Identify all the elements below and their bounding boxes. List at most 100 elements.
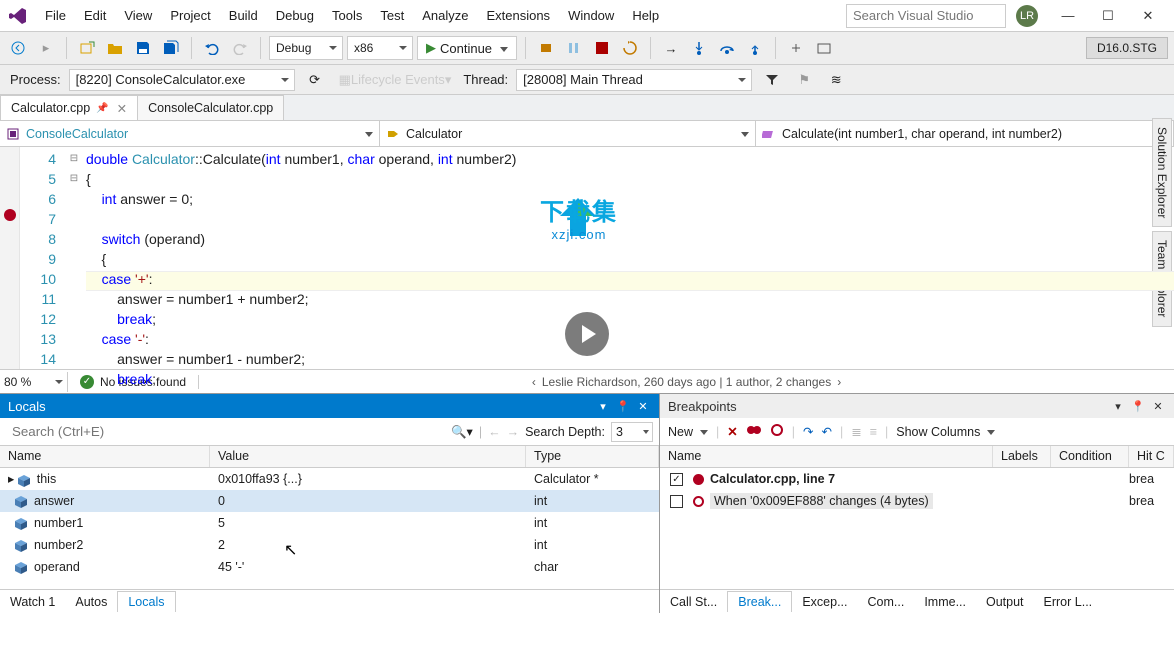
locals-row[interactable]: ▸ this0x010ffa93 {...}Calculator * [0,468,659,490]
code-editor[interactable]: 4567891011121314 ⊟⊟ double Calculator::C… [0,147,1174,369]
footer-tab[interactable]: Break... [727,591,792,612]
panel-pin-icon[interactable]: 📍 [1130,400,1146,413]
new-breakpoint-button[interactable]: New [668,425,708,439]
panel-dropdown-icon[interactable]: ▾ [595,400,611,413]
tab-consolecalculator-cpp[interactable]: ConsoleCalculator.cpp [137,95,284,120]
save-all-button[interactable] [159,36,183,60]
undo-button[interactable] [200,36,224,60]
footer-tab[interactable]: Com... [858,592,915,612]
tab-calculator-cpp[interactable]: Calculator.cpp📌✕ [0,95,138,120]
search-depth-dropdown[interactable]: 3 [611,422,653,442]
window-minimize-button[interactable]: — [1048,2,1088,30]
thread-dropdown[interactable]: [28008] Main Thread [516,69,752,91]
search-prev-button[interactable]: ← [488,425,501,439]
search-visual-studio-input[interactable]: Search Visual Studio [846,4,1006,28]
locals-search-input[interactable] [6,421,445,443]
stack-frame-button[interactable]: ≋ [824,68,848,92]
import-breakpoints-button[interactable]: ↷ [803,424,813,439]
panel-close-icon[interactable]: ✕ [635,400,651,413]
thread-label: Thread: [463,72,508,87]
search-icon[interactable]: 🔍▾ [451,424,473,440]
step-button-1[interactable] [534,36,558,60]
restart-debug-button[interactable] [618,36,642,60]
footer-tab[interactable]: Output [976,592,1034,612]
locals-title-bar[interactable]: Locals ▾📍✕ [0,394,659,418]
new-project-button[interactable] [75,36,99,60]
window-maximize-button[interactable]: ☐ [1088,2,1128,30]
document-tab-well: Calculator.cpp📌✕ ConsoleCalculator.cpp [0,95,1174,121]
footer-tab[interactable]: Autos [65,592,117,612]
menu-build[interactable]: Build [220,4,267,27]
solution-platform-dropdown[interactable]: x86 [347,36,413,60]
locals-header[interactable]: NameValueType [0,446,659,468]
toolbar-misc-2[interactable] [812,36,836,60]
process-dropdown[interactable]: [8220] ConsoleCalculator.exe [69,69,295,91]
step-into-button[interactable] [687,36,711,60]
footer-tab[interactable]: Imme... [914,592,976,612]
menu-help[interactable]: Help [623,4,668,27]
toggle-all-breakpoints-button[interactable] [770,423,784,440]
breakpoints-header[interactable]: NameLabelsConditionHit C [660,446,1174,468]
delete-breakpoint-button[interactable]: ✕ [727,424,737,439]
panel-pin-icon[interactable]: 📍 [615,400,631,413]
menu-extensions[interactable]: Extensions [477,4,559,27]
user-avatar[interactable]: LR [1016,5,1038,27]
breakpoint-row[interactable]: ✓ Calculator.cpp, line 7brea [660,468,1174,490]
close-tab-icon[interactable]: ✕ [117,101,127,116]
menu-tools[interactable]: Tools [323,4,371,27]
menu-analyze[interactable]: Analyze [413,4,477,27]
continue-button[interactable]: ▶Continue [417,36,517,60]
zoom-dropdown[interactable]: 80 % [0,372,68,392]
breakpoint-icon[interactable] [4,209,16,221]
window-close-button[interactable]: ✕ [1128,2,1168,30]
locals-rows[interactable]: ▸ this0x010ffa93 {...}Calculator * answe… [0,468,659,589]
panel-close-icon[interactable]: ✕ [1150,400,1166,413]
save-button[interactable] [131,36,155,60]
open-button[interactable] [103,36,127,60]
nav-type-dropdown[interactable]: Calculator [380,121,756,146]
menu-project[interactable]: Project [161,4,219,27]
breakpoint-gutter[interactable] [0,147,20,369]
footer-tab[interactable]: Excep... [792,592,857,612]
redo-button [228,36,252,60]
locals-row[interactable]: operand45 '-'char [0,556,659,578]
locals-row[interactable]: number15int [0,512,659,534]
footer-tab[interactable]: Locals [117,591,175,612]
pin-icon[interactable]: 📌 [96,103,108,114]
menu-edit[interactable]: Edit [75,4,115,27]
toolbar-misc-1[interactable] [784,36,808,60]
footer-tab[interactable]: Watch 1 [0,592,65,612]
delete-all-breakpoints-button[interactable] [746,423,762,440]
nav-member-dropdown[interactable]: Calculate(int number1, char operand, int… [756,121,1174,146]
fold-gutter[interactable]: ⊟⊟ [66,147,82,369]
flag-button: ⚑ [792,68,816,92]
breakpoints-rows[interactable]: ✓ Calculator.cpp, line 7brea When '0x009… [660,468,1174,589]
filter-threads-button[interactable] [760,68,784,92]
step-over-button[interactable] [715,36,739,60]
go-to-disasm-button[interactable]: ≡ [870,425,877,439]
stop-debug-button[interactable] [590,36,614,60]
show-columns-dropdown[interactable]: Show Columns [896,425,995,439]
solution-config-dropdown[interactable]: Debug [269,36,343,60]
footer-tab[interactable]: Error L... [1034,592,1103,612]
nav-back-button[interactable] [6,36,30,60]
locals-row[interactable]: answer0int [0,490,659,512]
menu-file[interactable]: File [36,4,75,27]
go-to-source-button[interactable]: ≣ [851,424,861,439]
cycle-process-button[interactable]: ⟳ [303,68,327,92]
menu-debug[interactable]: Debug [267,4,323,27]
menu-view[interactable]: View [115,4,161,27]
show-next-statement-button[interactable]: → [659,36,683,60]
breakpoints-title-bar[interactable]: Breakpoints ▾📍✕ [660,394,1174,418]
panel-dropdown-icon[interactable]: ▾ [1110,400,1126,413]
nav-scope-dropdown[interactable]: ConsoleCalculator [0,121,380,146]
menu-window[interactable]: Window [559,4,623,27]
locals-row[interactable]: number22int [0,534,659,556]
menu-test[interactable]: Test [371,4,413,27]
step-out-button[interactable] [743,36,767,60]
search-next-button[interactable]: → [507,425,520,439]
code-area[interactable]: double Calculator::Calculate(int number1… [82,147,1174,369]
footer-tab[interactable]: Call St... [660,592,727,612]
breakpoint-row[interactable]: When '0x009EF888' changes (4 bytes)brea [660,490,1174,512]
export-breakpoints-button[interactable]: ↶ [821,424,831,439]
